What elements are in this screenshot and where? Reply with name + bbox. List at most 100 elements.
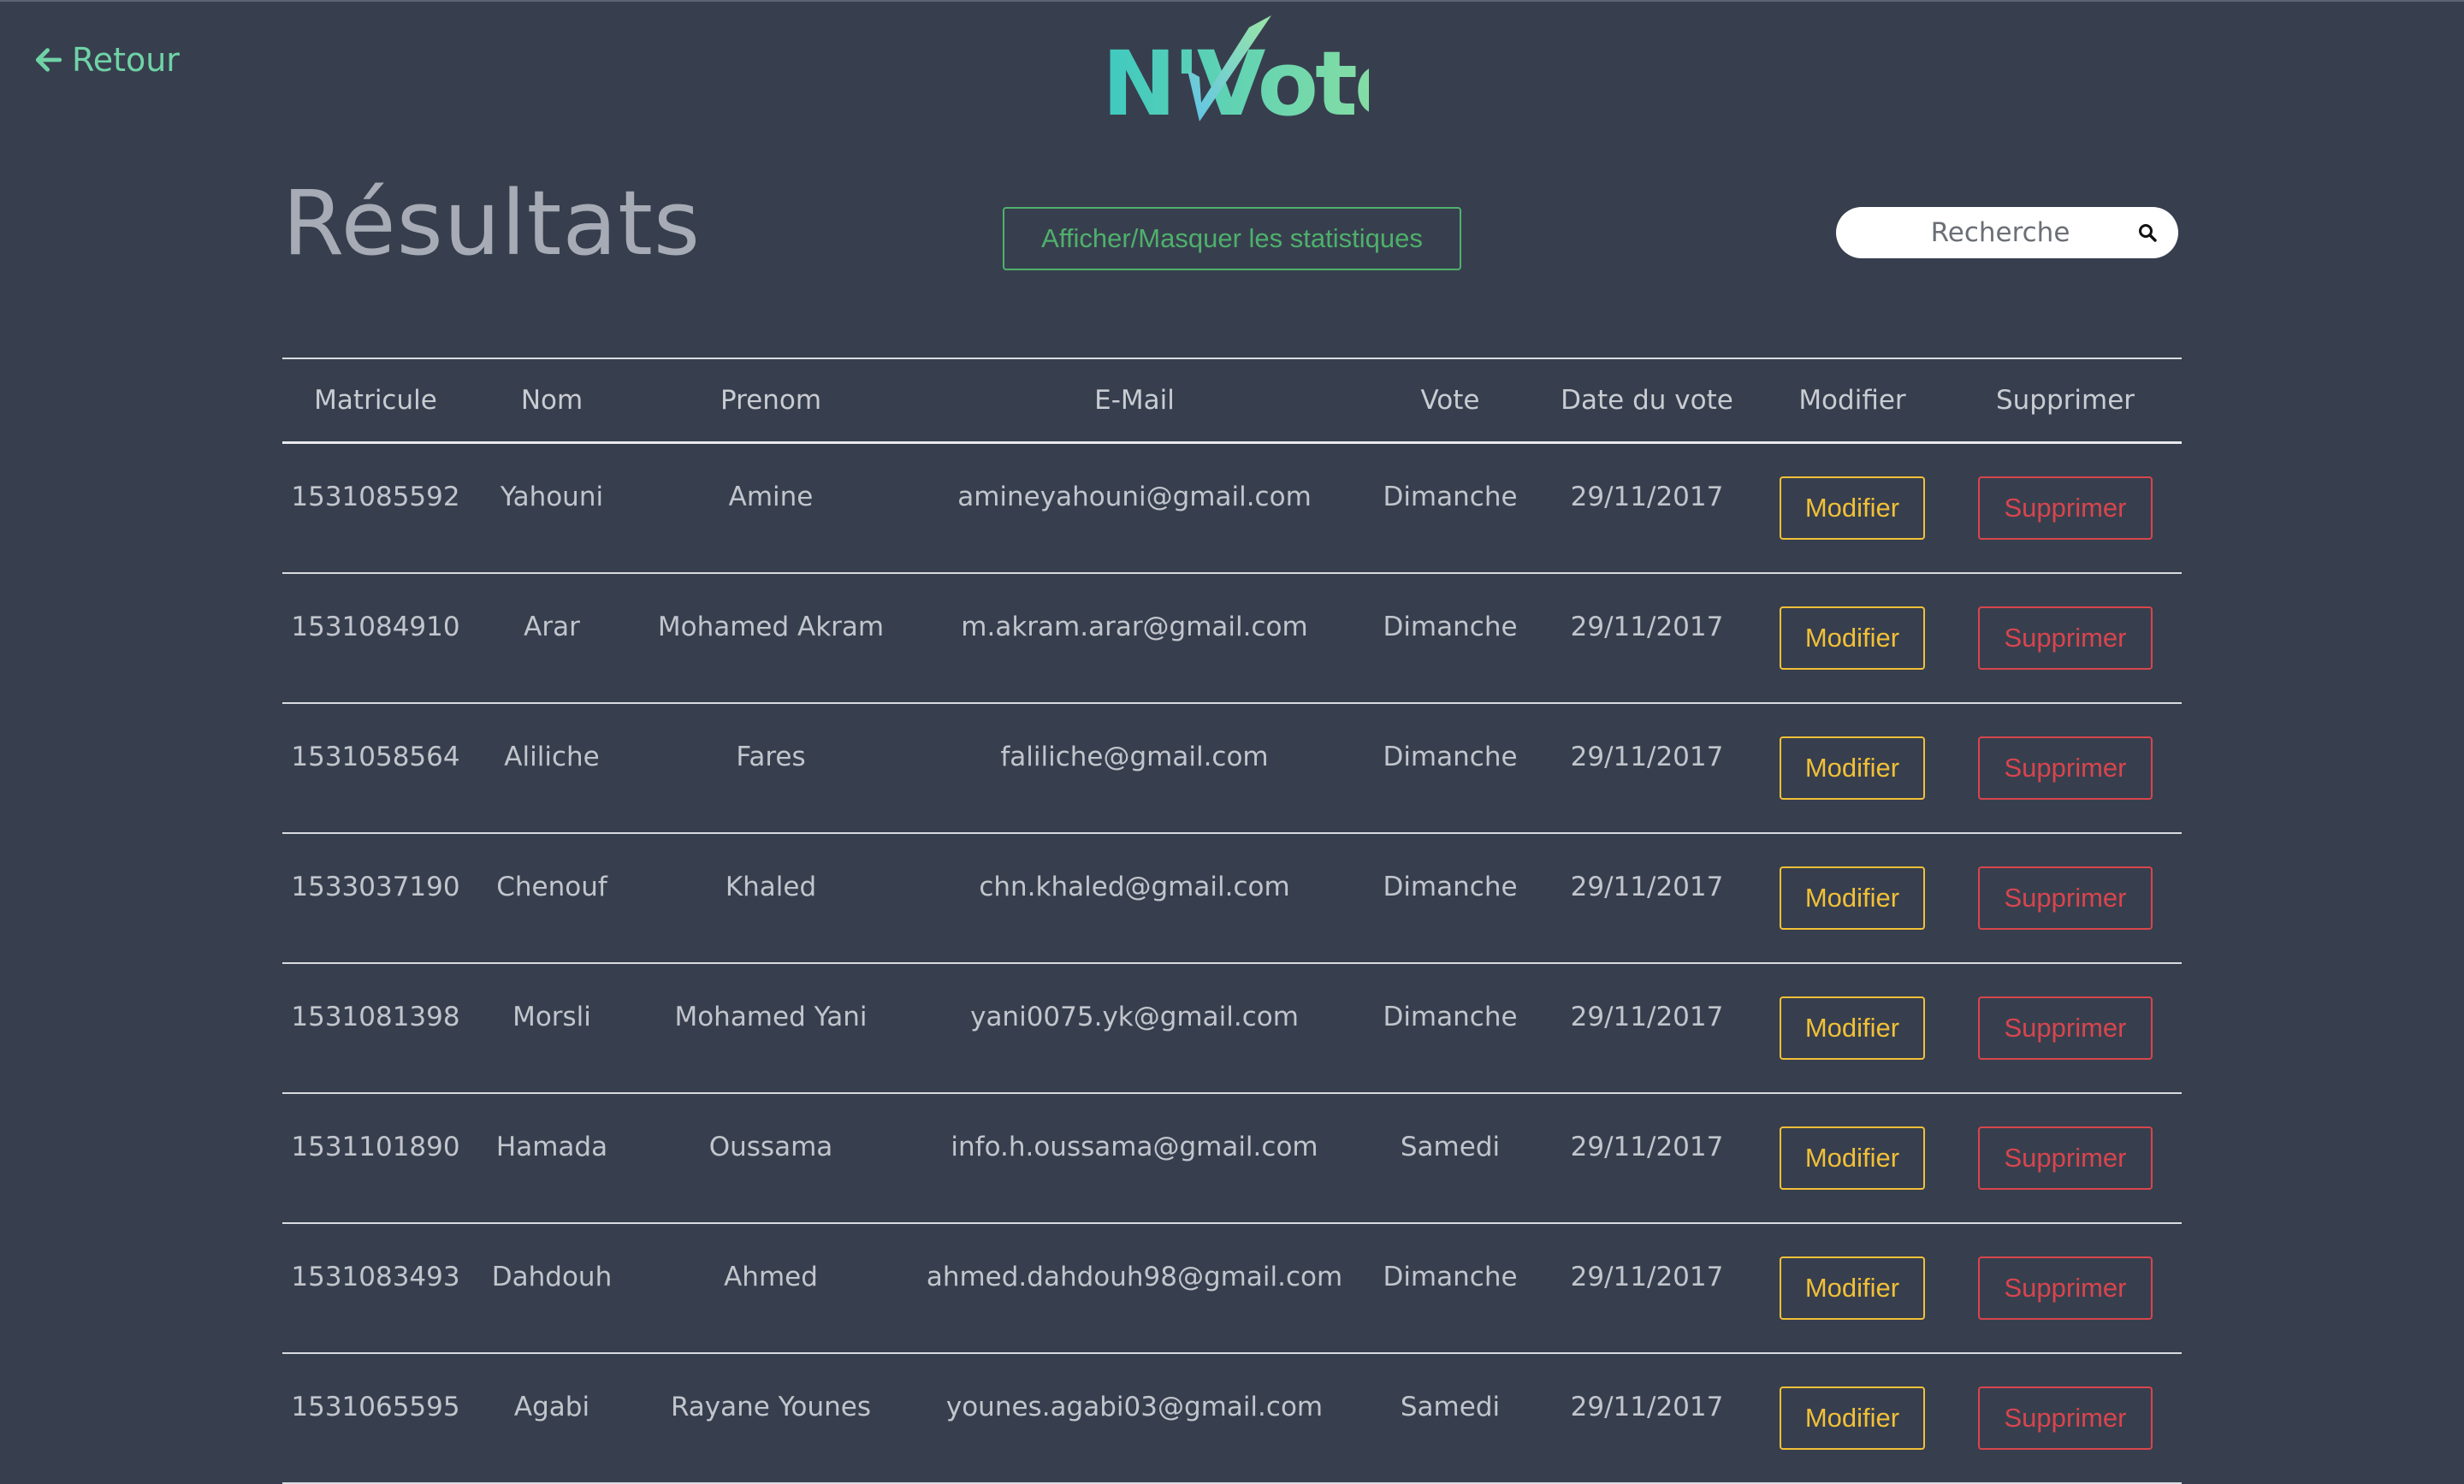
- arrow-left-icon: [35, 48, 62, 72]
- cell-nom: Chenouf: [469, 833, 635, 964]
- cell-supprimer: Supprimer: [1949, 833, 2182, 964]
- column-header-matricule[interactable]: Matricule: [282, 358, 469, 444]
- cell-modifier: Modifier: [1756, 963, 1949, 1094]
- cell-matricule: 1531085592: [282, 442, 469, 574]
- delete-button[interactable]: Supprimer: [1978, 1386, 2153, 1450]
- cell-matricule: 1531058564: [282, 703, 469, 834]
- cell-date: 29/11/2017: [1538, 1093, 1756, 1224]
- delete-button[interactable]: Supprimer: [1978, 866, 2153, 930]
- table-row: 1533037190 Chenouf Khaled chn.khaled@gmail.…: [282, 833, 2182, 964]
- cell-supprimer: Supprimer: [1949, 703, 2182, 834]
- delete-button[interactable]: Supprimer: [1978, 996, 2153, 1060]
- column-header-date[interactable]: Date du vote: [1538, 358, 1756, 444]
- cell-prenom: Khaled: [635, 833, 907, 964]
- cell-supprimer: Supprimer: [1949, 1223, 2182, 1354]
- cell-nom: Dahdouh: [469, 1223, 635, 1354]
- page-title: Résultats: [282, 171, 702, 275]
- cell-prenom: Mohamed Yani: [635, 963, 907, 1094]
- cell-prenom: Rayane Younes: [635, 1353, 907, 1484]
- cell-email: ahmed.dahdouh98@gmail.com: [907, 1223, 1362, 1354]
- cell-modifier: Modifier: [1756, 573, 1949, 704]
- cell-vote: Dimanche: [1362, 573, 1538, 704]
- cell-nom: Aliliche: [469, 703, 635, 834]
- delete-button[interactable]: Supprimer: [1978, 1256, 2153, 1320]
- cell-date: 29/11/2017: [1538, 1223, 1756, 1354]
- delete-button[interactable]: Supprimer: [1978, 476, 2153, 540]
- back-link[interactable]: Retour: [34, 41, 180, 79]
- cell-email: info.h.oussama@gmail.com: [907, 1093, 1362, 1224]
- cell-date: 29/11/2017: [1538, 1353, 1756, 1484]
- logo-text: N'Voté: [1102, 32, 1369, 130]
- cell-matricule: 1531101890: [282, 1093, 469, 1224]
- search-box: [1836, 207, 2178, 258]
- column-header-nom[interactable]: Nom: [469, 358, 635, 444]
- cell-modifier: Modifier: [1756, 833, 1949, 964]
- cell-modifier: Modifier: [1756, 703, 1949, 834]
- cell-supprimer: Supprimer: [1949, 442, 2182, 574]
- cell-modifier: Modifier: [1756, 1223, 1949, 1354]
- results-table-container: Matricule Nom Prenom E-Mail Vote Date du…: [282, 358, 2182, 1484]
- delete-button[interactable]: Supprimer: [1978, 1126, 2153, 1190]
- cell-nom: Hamada: [469, 1093, 635, 1224]
- table-row: 1531065595 Agabi Rayane Younes younes.agabi…: [282, 1353, 2182, 1484]
- modify-button[interactable]: Modifier: [1780, 476, 1925, 540]
- toggle-statistics-button[interactable]: Afficher/Masquer les statistiques: [1003, 207, 1461, 270]
- cell-supprimer: Supprimer: [1949, 1353, 2182, 1484]
- table-header-row: Matricule Nom Prenom E-Mail Vote Date du…: [282, 358, 2182, 444]
- cell-date: 29/11/2017: [1538, 442, 1756, 574]
- cell-email: younes.agabi03@gmail.com: [907, 1353, 1362, 1484]
- cell-email: faliliche@gmail.com: [907, 703, 1362, 834]
- cell-modifier: Modifier: [1756, 442, 1949, 574]
- column-header-vote[interactable]: Vote: [1362, 358, 1538, 444]
- cell-vote: Dimanche: [1362, 833, 1538, 964]
- cell-vote: Dimanche: [1362, 963, 1538, 1094]
- search-input[interactable]: [1870, 216, 2130, 249]
- modify-button[interactable]: Modifier: [1780, 996, 1925, 1060]
- cell-modifier: Modifier: [1756, 1093, 1949, 1224]
- cell-email: yani0075.yk@gmail.com: [907, 963, 1362, 1094]
- modify-button[interactable]: Modifier: [1780, 736, 1925, 800]
- cell-vote: Dimanche: [1362, 703, 1538, 834]
- cell-nom: Yahouni: [469, 442, 635, 574]
- cell-modifier: Modifier: [1756, 1353, 1949, 1484]
- cell-nom: Agabi: [469, 1353, 635, 1484]
- cell-supprimer: Supprimer: [1949, 1093, 2182, 1224]
- modify-button[interactable]: Modifier: [1780, 1256, 1925, 1320]
- back-link-label: Retour: [72, 41, 180, 79]
- column-header-modifier: Modifier: [1756, 358, 1949, 444]
- modify-button[interactable]: Modifier: [1780, 1386, 1925, 1450]
- column-header-prenom[interactable]: Prenom: [635, 358, 907, 444]
- cell-matricule: 1531081398: [282, 963, 469, 1094]
- cell-date: 29/11/2017: [1538, 963, 1756, 1094]
- modify-button[interactable]: Modifier: [1780, 1126, 1925, 1190]
- cell-prenom: Amine: [635, 442, 907, 574]
- delete-button[interactable]: Supprimer: [1978, 606, 2153, 670]
- cell-matricule: 1533037190: [282, 833, 469, 964]
- column-header-email[interactable]: E-Mail: [907, 358, 1362, 444]
- cell-vote: Samedi: [1362, 1353, 1538, 1484]
- cell-vote: Samedi: [1362, 1093, 1538, 1224]
- table-row: 1531101890 Hamada Oussama info.h.oussama@gm…: [282, 1093, 2182, 1224]
- cell-prenom: Ahmed: [635, 1223, 907, 1354]
- cell-prenom: Fares: [635, 703, 907, 834]
- cell-supprimer: Supprimer: [1949, 573, 2182, 704]
- search-icon[interactable]: [2137, 219, 2158, 246]
- cell-date: 29/11/2017: [1538, 573, 1756, 704]
- top-border: [0, 0, 2464, 2]
- cell-email: m.akram.arar@gmail.com: [907, 573, 1362, 704]
- results-table: Matricule Nom Prenom E-Mail Vote Date du…: [282, 358, 2182, 1484]
- cell-matricule: 1531065595: [282, 1353, 469, 1484]
- cell-vote: Dimanche: [1362, 442, 1538, 574]
- cell-email: amineyahouni@gmail.com: [907, 442, 1362, 574]
- table-row: 1531058564 Aliliche Fares faliliche@gmail.c…: [282, 703, 2182, 834]
- cell-nom: Arar: [469, 573, 635, 704]
- table-row: 1531084910 Arar Mohamed Akram m.akram.arar@…: [282, 573, 2182, 704]
- modify-button[interactable]: Modifier: [1780, 606, 1925, 670]
- app-logo: N'Voté: [1102, 15, 1369, 130]
- cell-matricule: 1531084910: [282, 573, 469, 704]
- table-row: 1531083493 Dahdouh Ahmed ahmed.dahdouh98@gm…: [282, 1223, 2182, 1354]
- cell-supprimer: Supprimer: [1949, 963, 2182, 1094]
- delete-button[interactable]: Supprimer: [1978, 736, 2153, 800]
- table-row: 1531085592 Yahouni Amine amineyahouni@gmail…: [282, 442, 2182, 574]
- modify-button[interactable]: Modifier: [1780, 866, 1925, 930]
